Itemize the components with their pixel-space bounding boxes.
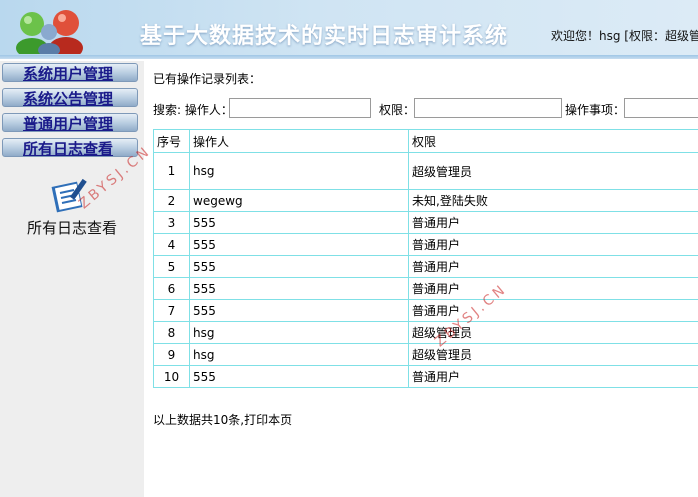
cell-permission: 普通用户: [408, 233, 698, 256]
table-row: 4 555 普通用户: [153, 233, 698, 256]
table-row: 8 hsg 超级管理员: [153, 321, 698, 344]
cell-no: 5: [153, 255, 190, 278]
welcome-text: 欢迎您！hsg [权限：超级管理: [551, 29, 698, 43]
cell-permission: 超级管理员: [408, 343, 698, 366]
column-header-permission: 权限: [408, 129, 698, 153]
cell-no: 4: [153, 233, 190, 256]
cell-permission: 超级管理员: [408, 152, 698, 190]
header-banner: 基于大数据技术的实时日志审计系统 欢迎您！hsg [权限：超级管理: [0, 0, 698, 59]
sidebar-item-label[interactable]: 普通用户管理: [23, 113, 113, 134]
app-title: 基于大数据技术的实时日志审计系统: [140, 23, 509, 49]
header-divider: [0, 55, 698, 59]
cell-operator: wegewg: [189, 189, 409, 212]
cell-no: 6: [153, 277, 190, 300]
cell-permission: 普通用户: [408, 211, 698, 234]
cell-operator: hsg: [189, 321, 409, 344]
cell-operator: hsg: [189, 152, 409, 190]
cell-operator: 555: [189, 299, 409, 322]
sidebar-item-system-users[interactable]: 系统用户管理: [2, 63, 138, 84]
cell-no: 1: [153, 152, 190, 190]
sidebar-item-all-logs[interactable]: 所有日志查看: [2, 138, 138, 159]
cell-permission: 普通用户: [408, 277, 698, 300]
users-logo-icon: [16, 10, 83, 54]
cell-no: 7: [153, 299, 190, 322]
column-header-operator: 操作人: [189, 129, 409, 153]
operator-search-input[interactable]: [229, 98, 371, 118]
action-search-input[interactable]: [624, 98, 698, 118]
search-permission-label: 权限：: [379, 103, 416, 117]
document-edit-icon: [51, 178, 87, 213]
table-row: 5 555 普通用户: [153, 255, 698, 278]
table-row: 2 wegewg 未知,登陆失败: [153, 189, 698, 212]
table-row: 9 hsg 超级管理员: [153, 343, 698, 366]
table-row: 10 555 普通用户: [153, 365, 698, 388]
cell-operator: 555: [189, 277, 409, 300]
cell-permission: 普通用户: [408, 299, 698, 322]
cell-no: 2: [153, 189, 190, 212]
sidebar-item-label[interactable]: 系统公告管理: [23, 88, 113, 109]
cell-permission: 普通用户: [408, 365, 698, 388]
log-table: 序号 操作人 权限 1 hsg 超级管理员 2 wegewg 未知,登陆失败 3…: [153, 129, 698, 388]
cell-permission: 普通用户: [408, 255, 698, 278]
cell-permission: 超级管理员: [408, 321, 698, 344]
cell-operator: 555: [189, 255, 409, 278]
cell-no: 10: [153, 365, 190, 388]
sidebar-caption: 所有日志查看: [26, 219, 117, 237]
sidebar-item-label[interactable]: 所有日志查看: [23, 138, 113, 159]
table-row: 6 555 普通用户: [153, 277, 698, 300]
permission-search-input[interactable]: [414, 98, 562, 118]
sidebar: 系统用户管理 系统公告管理 普通用户管理 所有日志查看 所有日志查看: [0, 61, 144, 497]
record-count-note: 以上数据共10条,打印本页: [153, 413, 293, 427]
sidebar-item-announcements[interactable]: 系统公告管理: [2, 88, 138, 109]
search-action-label: 操作事项：: [565, 103, 626, 117]
cell-permission: 未知,登陆失败: [408, 189, 698, 212]
cell-no: 8: [153, 321, 190, 344]
cell-operator: hsg: [189, 343, 409, 366]
table-row: 7 555 普通用户: [153, 299, 698, 322]
cell-no: 9: [153, 343, 190, 366]
cell-no: 3: [153, 211, 190, 234]
sidebar-item-label[interactable]: 系统用户管理: [23, 63, 113, 84]
table-header-row: 序号 操作人 权限: [153, 129, 698, 153]
cell-operator: 555: [189, 211, 409, 234]
column-header-no: 序号: [153, 129, 190, 153]
sidebar-item-regular-users[interactable]: 普通用户管理: [2, 113, 138, 134]
table-row: 1 hsg 超级管理员: [153, 152, 698, 190]
search-operator-label: 搜索: 操作人：: [153, 103, 233, 117]
cell-operator: 555: [189, 365, 409, 388]
table-row: 3 555 普通用户: [153, 211, 698, 234]
search-bar: 搜索: 操作人： 权限： 操作事项：: [153, 98, 698, 120]
list-title: 已有操作记录列表：: [153, 72, 262, 86]
cell-operator: 555: [189, 233, 409, 256]
